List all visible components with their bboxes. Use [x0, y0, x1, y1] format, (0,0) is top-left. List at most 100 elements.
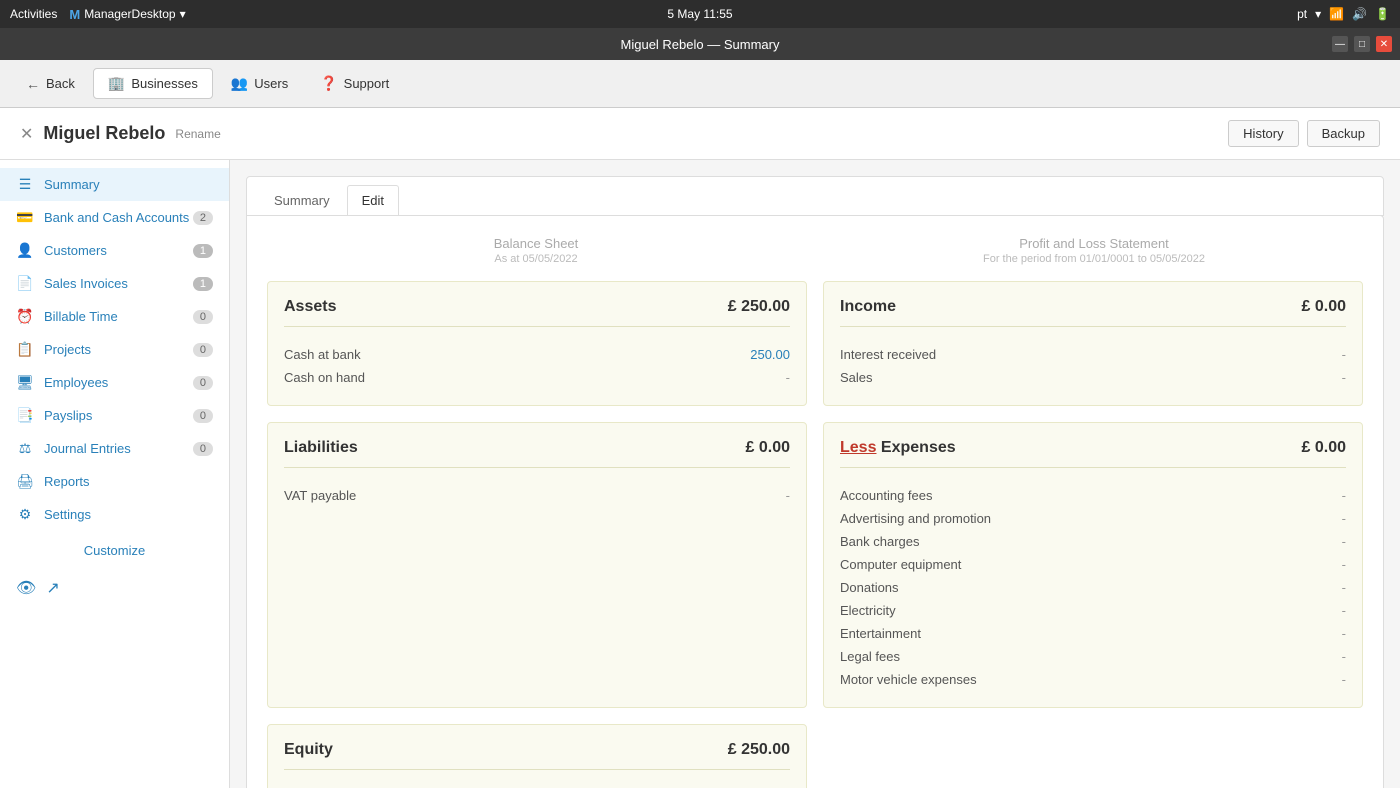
expand-icon[interactable]: ↗ [46, 578, 59, 598]
interest-received-value: - [1342, 347, 1346, 362]
legal-fees-value: - [1342, 649, 1346, 664]
app-name[interactable]: M ManagerDesktop ▾ [69, 7, 185, 22]
donations-label: Donations [840, 580, 899, 595]
table-row: Entertainment - [840, 622, 1346, 645]
table-row: Cash at bank 250.00 [284, 343, 790, 366]
support-button[interactable]: ❓ Support [306, 69, 403, 98]
bank-cash-badge: 2 [193, 211, 213, 225]
vat-payable-value: - [786, 488, 790, 503]
table-row: Donations - [840, 576, 1346, 599]
journal-entries-badge: 0 [193, 442, 213, 456]
support-icon: ❓ [320, 75, 337, 92]
table-row: Motor vehicle expenses - [840, 668, 1346, 691]
close-button[interactable]: ✕ [1376, 36, 1392, 52]
activities-label[interactable]: Activities [10, 7, 57, 21]
maximize-button[interactable]: □ [1354, 36, 1370, 52]
sidebar-item-bank-cash[interactable]: 💳 Bank and Cash Accounts 2 [0, 201, 229, 234]
billable-time-badge: 0 [193, 310, 213, 324]
cash-at-bank-label: Cash at bank [284, 347, 361, 362]
sidebar-item-reports[interactable]: 🖨 Reports [0, 465, 229, 498]
liabilities-title: Liabilities [284, 439, 358, 457]
computer-equipment-label: Computer equipment [840, 557, 961, 572]
sidebar-item-payslips[interactable]: 📑 Payslips 0 [0, 399, 229, 432]
eye-icon[interactable]: 👁 [16, 578, 36, 598]
income-card: Income £ 0.00 Interest received - Sales … [823, 281, 1363, 406]
balance-sheet-header: Balance Sheet As at 05/05/2022 [267, 236, 805, 265]
income-title: Income [840, 298, 896, 316]
settings-icon: ⚙ [16, 506, 34, 523]
sidebar-label-journal-entries: Journal Entries [44, 441, 131, 456]
electricity-label: Electricity [840, 603, 896, 618]
tab-summary[interactable]: Summary [259, 185, 345, 215]
sidebar-item-summary[interactable]: ☰ Summary [0, 168, 229, 201]
motor-vehicle-label: Motor vehicle expenses [840, 672, 977, 687]
main-area: ✕ Miguel Rebelo Rename History Backup ☰ … [0, 108, 1400, 788]
billable-time-icon: ⏰ [16, 308, 34, 325]
tab-edit[interactable]: Edit [347, 185, 399, 215]
sidebar-label-billable-time: Billable Time [44, 309, 118, 324]
business-header: ✕ Miguel Rebelo Rename History Backup [0, 108, 1400, 160]
table-row: Legal fees - [840, 645, 1346, 668]
app-icon: M [69, 7, 80, 22]
users-button[interactable]: 👥 Users [217, 69, 302, 98]
assets-amount: £ 250.00 [728, 298, 790, 316]
liabilities-card: Liabilities £ 0.00 VAT payable - [267, 422, 807, 708]
business-name: Miguel Rebelo [43, 123, 165, 144]
summary-panel: Balance Sheet As at 05/05/2022 Profit an… [246, 215, 1384, 788]
sidebar-item-settings[interactable]: ⚙ Settings [0, 498, 229, 531]
minimize-button[interactable]: — [1332, 36, 1348, 52]
employees-icon: 🖥 [16, 374, 34, 391]
payslips-badge: 0 [193, 409, 213, 423]
table-row: Sales - [840, 366, 1346, 389]
sales-label: Sales [840, 370, 873, 385]
sidebar-item-billable-time[interactable]: ⏰ Billable Time 0 [0, 300, 229, 333]
journal-entries-icon: ⚖ [16, 440, 34, 457]
title-bar: Miguel Rebelo — Summary — □ ✕ [0, 28, 1400, 60]
page-content: Summary Edit Balance Sheet As at 05/05/2… [230, 160, 1400, 788]
interest-received-label: Interest received [840, 347, 936, 362]
electricity-value: - [1342, 603, 1346, 618]
battery-icon: 🔋 [1375, 7, 1390, 21]
users-icon: 👥 [231, 75, 248, 92]
table-row: Accounting fees - [840, 484, 1346, 507]
rename-link[interactable]: Rename [175, 127, 220, 141]
table-row: Electricity - [840, 599, 1346, 622]
table-row: Interest received - [840, 343, 1346, 366]
expenses-amount: £ 0.00 [1302, 439, 1346, 457]
balance-sheet-title: Balance Sheet [267, 236, 805, 251]
customers-badge: 1 [193, 244, 213, 258]
equity-row: Equity £ 250.00 Retained earnings 250.00 [267, 724, 1363, 788]
sidebar-label-customers: Customers [44, 243, 107, 258]
cash-on-hand-value: - [786, 370, 790, 385]
profit-loss-subtitle: For the period from 01/01/0001 to 05/05/… [825, 253, 1363, 265]
businesses-button[interactable]: 🏢 Businesses [93, 68, 213, 99]
table-row: Computer equipment - [840, 553, 1346, 576]
customers-icon: 👤 [16, 242, 34, 259]
sidebar: ☰ Summary 💳 Bank and Cash Accounts 2 👤 C… [0, 160, 230, 788]
back-button[interactable]: ← Back [12, 70, 89, 98]
header-actions: History Backup [1228, 120, 1380, 147]
sidebar-label-reports: Reports [44, 474, 90, 489]
projects-badge: 0 [193, 343, 213, 357]
liabilities-amount: £ 0.00 [746, 439, 790, 457]
sidebar-label-employees: Employees [44, 375, 108, 390]
cash-at-bank-value[interactable]: 250.00 [750, 347, 790, 362]
cash-on-hand-label: Cash on hand [284, 370, 365, 385]
assets-card: Assets £ 250.00 Cash at bank 250.00 Cash… [267, 281, 807, 406]
sidebar-item-customers[interactable]: 👤 Customers 1 [0, 234, 229, 267]
sidebar-item-employees[interactable]: 🖥 Employees 0 [0, 366, 229, 399]
table-row: VAT payable - [284, 484, 790, 507]
sidebar-item-journal-entries[interactable]: ⚖ Journal Entries 0 [0, 432, 229, 465]
history-button[interactable]: History [1228, 120, 1298, 147]
close-business-button[interactable]: ✕ [20, 124, 33, 144]
customize-link[interactable]: Customize [0, 531, 229, 570]
assets-title: Assets [284, 298, 336, 316]
entertainment-value: - [1342, 626, 1346, 641]
backup-button[interactable]: Backup [1307, 120, 1380, 147]
system-datetime: 5 May 11:55 [667, 7, 732, 21]
equity-amount: £ 250.00 [728, 741, 790, 759]
statements-header: Balance Sheet As at 05/05/2022 Profit an… [267, 236, 1363, 265]
entertainment-label: Entertainment [840, 626, 921, 641]
sidebar-item-sales-invoices[interactable]: 📄 Sales Invoices 1 [0, 267, 229, 300]
sidebar-item-projects[interactable]: 📋 Projects 0 [0, 333, 229, 366]
